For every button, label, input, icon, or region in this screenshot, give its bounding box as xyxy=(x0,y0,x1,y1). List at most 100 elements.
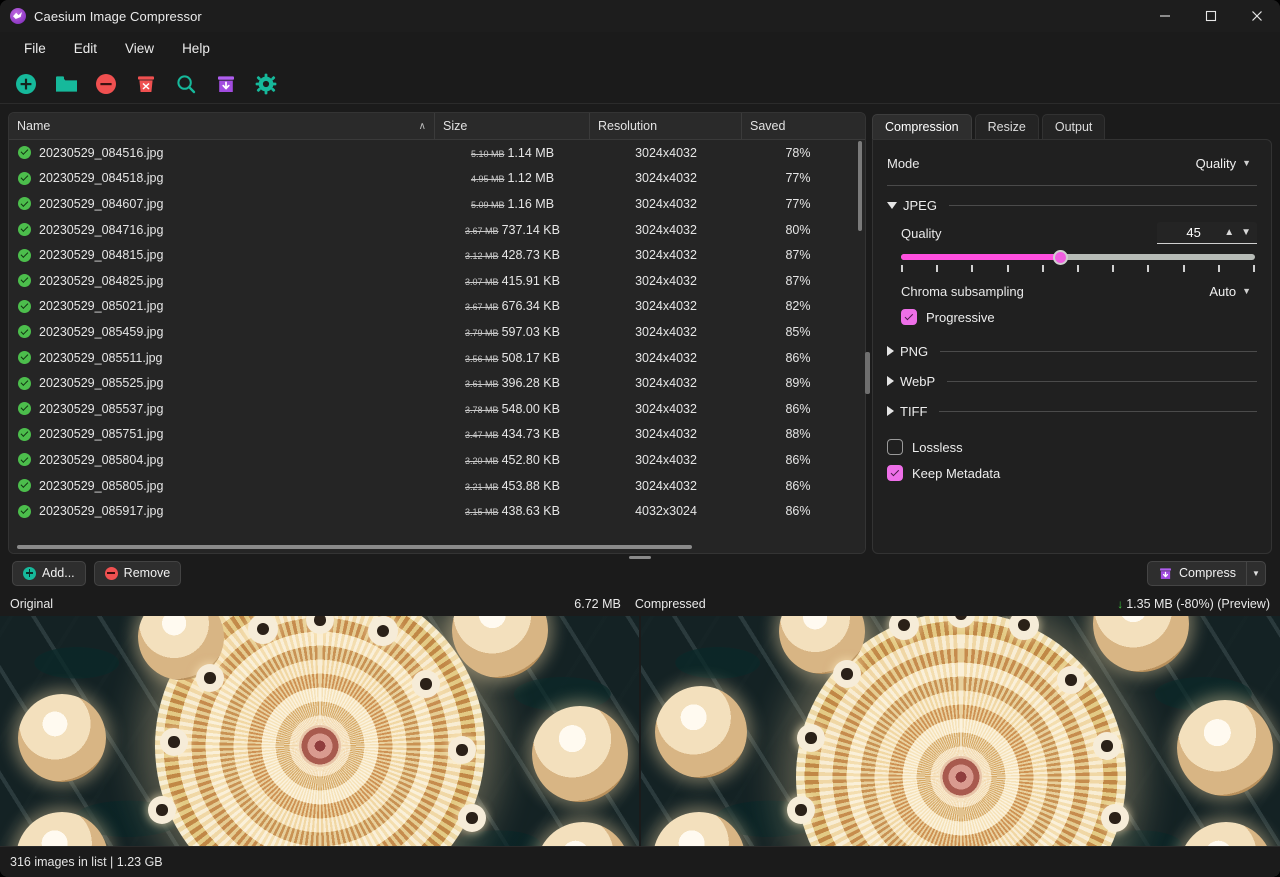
table-row[interactable]: 20230529_084607.jpg5.09 MB1.16 MB3024x40… xyxy=(9,191,865,217)
table-row[interactable]: 20230529_085525.jpg3.61 MB396.28 KB3024x… xyxy=(9,370,865,396)
compress-button[interactable]: Compress xyxy=(1147,561,1246,586)
table-row[interactable]: 20230529_084518.jpg4.95 MB1.12 MB3024x40… xyxy=(9,166,865,192)
quality-stepper[interactable]: 45 ▲ ▼ xyxy=(1157,222,1257,244)
tiff-section-header[interactable]: TIFF xyxy=(887,400,1257,422)
progressive-checkbox-row[interactable]: Progressive xyxy=(887,304,1257,330)
chroma-subsampling-dropdown[interactable]: Auto ▼ xyxy=(1203,283,1257,300)
table-row[interactable]: 20230529_085804.jpg3.20 MB452.80 KB3024x… xyxy=(9,447,865,473)
jpeg-section-header[interactable]: JPEG xyxy=(887,194,1257,216)
file-list-body[interactable]: 20230529_084516.jpg5.10 MB1.14 MB3024x40… xyxy=(9,140,865,553)
remove-icon[interactable] xyxy=(88,68,124,100)
scrollbar-thumb[interactable] xyxy=(17,545,692,549)
sort-ascending-icon: ∧ xyxy=(419,121,426,132)
cell-resolution: 3024x4032 xyxy=(590,376,742,390)
cell-size: 3.15 MB438.63 KB xyxy=(435,504,590,518)
cell-saved: 80% xyxy=(742,223,854,237)
column-label-name: Name xyxy=(17,119,50,133)
quality-slider-handle[interactable] xyxy=(1053,250,1068,265)
table-row[interactable]: 20230529_085021.jpg3.67 MB676.34 KB3024x… xyxy=(9,294,865,320)
cell-name: 20230529_085751.jpg xyxy=(9,427,435,441)
column-header-saved[interactable]: Saved xyxy=(742,113,854,139)
table-row[interactable]: 20230529_085751.jpg3.47 MB434.73 KB3024x… xyxy=(9,422,865,448)
tab-compression[interactable]: Compression xyxy=(872,114,972,139)
table-row[interactable]: 20230529_084815.jpg3.12 MB428.73 KB3024x… xyxy=(9,242,865,268)
keep-metadata-checkbox[interactable] xyxy=(887,465,903,481)
slider-tick xyxy=(1147,265,1149,272)
settings-panel-scrollbar-thumb[interactable] xyxy=(865,352,870,394)
remove-button[interactable]: Remove xyxy=(94,561,182,586)
scrollbar-thumb[interactable] xyxy=(858,141,862,231)
preview-search-icon[interactable] xyxy=(168,68,204,100)
stepper-down-icon[interactable]: ▼ xyxy=(1241,227,1251,238)
lossless-checkbox[interactable] xyxy=(887,439,903,455)
status-done-icon xyxy=(18,505,31,518)
table-row[interactable]: 20230529_084716.jpg3.67 MB737.14 KB3024x… xyxy=(9,217,865,243)
stepper-arrows[interactable]: ▲ ▼ xyxy=(1224,227,1251,238)
compressed-image-preview[interactable] xyxy=(641,616,1280,876)
mode-value: Quality xyxy=(1196,156,1236,171)
menu-item-edit[interactable]: Edit xyxy=(60,37,111,60)
settings-gear-icon[interactable] xyxy=(248,68,284,100)
cell-name: 20230529_085021.jpg xyxy=(9,299,435,313)
menu-item-view[interactable]: View xyxy=(111,37,168,60)
minimize-button[interactable] xyxy=(1142,0,1188,32)
slider-tick xyxy=(936,265,938,272)
chandelier-ring xyxy=(787,796,815,824)
cell-size: 3.47 MB434.73 KB xyxy=(435,427,590,441)
cell-size: 3.20 MB452.80 KB xyxy=(435,453,590,467)
clear-list-icon[interactable] xyxy=(128,68,164,100)
column-header-size[interactable]: Size xyxy=(435,113,590,139)
table-row[interactable]: 20230529_085537.jpg3.78 MB548.00 KB3024x… xyxy=(9,396,865,422)
status-done-icon xyxy=(18,300,31,313)
original-image-preview[interactable] xyxy=(0,616,639,876)
cell-name: 20230529_084518.jpg xyxy=(9,171,435,185)
app-logo-icon xyxy=(10,8,26,24)
cell-size: 3.67 MB737.14 KB xyxy=(435,223,590,237)
add-files-icon[interactable] xyxy=(8,68,44,100)
file-list-horizontal-scrollbar[interactable] xyxy=(17,543,851,550)
cell-name: 20230529_084716.jpg xyxy=(9,223,435,237)
table-row[interactable]: 20230529_085805.jpg3.21 MB453.88 KB3024x… xyxy=(9,473,865,499)
chandelier-lamp xyxy=(532,706,628,802)
column-header-name[interactable]: Name ∧ xyxy=(9,113,435,139)
compress-icon[interactable] xyxy=(208,68,244,100)
open-folder-icon[interactable] xyxy=(48,68,84,100)
quality-slider[interactable] xyxy=(901,254,1255,260)
compress-dropdown-button[interactable]: ▼ xyxy=(1246,561,1266,586)
tab-output[interactable]: Output xyxy=(1042,114,1106,139)
table-row[interactable]: 20230529_084825.jpg3.07 MB415.91 KB3024x… xyxy=(9,268,865,294)
cell-saved: 77% xyxy=(742,171,854,185)
table-row[interactable]: 20230529_084516.jpg5.10 MB1.14 MB3024x40… xyxy=(9,140,865,166)
menu-item-file[interactable]: File xyxy=(10,37,60,60)
progressive-checkbox[interactable] xyxy=(901,309,917,325)
add-button[interactable]: Add... xyxy=(12,561,86,586)
cell-saved: 86% xyxy=(742,402,854,416)
slider-tick xyxy=(1077,265,1079,272)
maximize-button[interactable] xyxy=(1188,0,1234,32)
cell-size: 3.79 MB597.03 KB xyxy=(435,325,590,339)
cell-size: 5.09 MB1.16 MB xyxy=(435,197,590,211)
stepper-up-icon[interactable]: ▲ xyxy=(1224,227,1234,238)
quality-slider-wrap xyxy=(887,246,1257,272)
preview-splitter-handle[interactable] xyxy=(629,556,651,559)
status-bar: 316 images in list | 1.23 GB xyxy=(0,846,1280,877)
close-button[interactable] xyxy=(1234,0,1280,32)
status-done-icon xyxy=(18,377,31,390)
file-name: 20230529_085459.jpg xyxy=(39,325,163,339)
webp-section-header[interactable]: WebP xyxy=(887,370,1257,392)
png-section-header[interactable]: PNG xyxy=(887,340,1257,362)
table-row[interactable]: 20230529_085511.jpg3.56 MB508.17 KB3024x… xyxy=(9,345,865,371)
menu-item-help[interactable]: Help xyxy=(168,37,224,60)
cell-size: 3.07 MB415.91 KB xyxy=(435,274,590,288)
table-row[interactable]: 20230529_085459.jpg3.79 MB597.03 KB3024x… xyxy=(9,319,865,345)
file-name: 20230529_085804.jpg xyxy=(39,453,163,467)
table-row[interactable]: 20230529_085917.jpg3.15 MB438.63 KB4032x… xyxy=(9,498,865,524)
compressed-size: 1.35 MB (-80%) (Preview) xyxy=(1126,597,1270,611)
keep-metadata-checkbox-row[interactable]: Keep Metadata xyxy=(887,460,1257,486)
tab-resize[interactable]: Resize xyxy=(975,114,1039,139)
mode-dropdown[interactable]: Quality ▼ xyxy=(1190,155,1257,172)
file-list-vertical-scrollbar[interactable] xyxy=(856,141,864,539)
lossless-checkbox-row[interactable]: Lossless xyxy=(887,434,1257,460)
column-header-resolution[interactable]: Resolution xyxy=(590,113,742,139)
cell-name: 20230529_085525.jpg xyxy=(9,376,435,390)
